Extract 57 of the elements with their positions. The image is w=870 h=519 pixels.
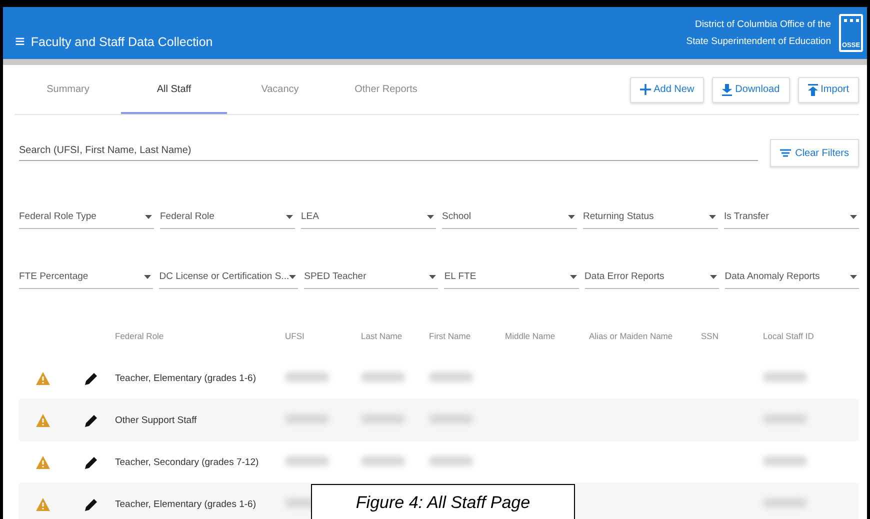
- column-header: Local Staff ID: [763, 331, 815, 341]
- action-button[interactable]: Import: [798, 76, 859, 102]
- action-button[interactable]: Add New: [630, 76, 704, 102]
- filter-dropdown[interactable]: Returning Status: [583, 207, 718, 229]
- filter-dropdown[interactable]: Is Transfer: [724, 207, 859, 229]
- filter-dropdown[interactable]: Federal Role Type: [19, 207, 154, 229]
- column-header: Alias or Maiden Name: [589, 331, 674, 341]
- filter-dropdown[interactable]: Federal Role: [160, 207, 295, 229]
- caret-icon: [709, 214, 716, 218]
- filter-dropdown[interactable]: School: [442, 207, 577, 229]
- tab[interactable]: All Staff: [121, 65, 227, 114]
- caret-icon: [145, 214, 152, 218]
- filter-dropdown[interactable]: LEA: [301, 207, 436, 229]
- filter-dropdown[interactable]: FTE Percentage: [19, 267, 154, 289]
- filter-lines-icon: [780, 149, 792, 157]
- plus-icon: [640, 84, 651, 95]
- filter-dropdown[interactable]: EL FTE: [444, 267, 579, 289]
- pencil-icon[interactable]: [84, 372, 98, 384]
- action-button[interactable]: Download: [712, 76, 790, 102]
- upload-icon: [808, 84, 818, 96]
- filter-dropdown[interactable]: DC License or Certification S...: [159, 267, 298, 289]
- column-header: Last Name: [361, 331, 404, 341]
- organization-name: District of Columbia Office of the: [694, 18, 831, 32]
- filter-dropdown[interactable]: Data Error Reports: [584, 267, 719, 289]
- caret-icon: [570, 274, 577, 278]
- menu-icon[interactable]: ≡: [15, 32, 25, 52]
- pencil-icon[interactable]: [84, 456, 98, 468]
- organization-name: State Superintendent of Education: [686, 35, 831, 49]
- figure-caption: Figure 4: All Staff Page: [311, 484, 575, 519]
- column-header: SSN: [701, 331, 720, 341]
- caret-icon: [850, 214, 857, 218]
- clear-filters-button[interactable]: Clear Filters: [770, 139, 859, 167]
- table-cell: Other Support Staff: [115, 414, 197, 426]
- caret-icon: [144, 274, 152, 278]
- column-header: Middle Name: [505, 331, 556, 341]
- tab[interactable]: Other Reports: [333, 65, 439, 114]
- caret-icon: [286, 214, 293, 218]
- caret-icon: [850, 274, 857, 278]
- pencil-icon[interactable]: [84, 498, 98, 510]
- app-title: Faculty and Staff Data Collection: [30, 35, 213, 49]
- caret-icon: [568, 214, 575, 218]
- caret-icon: [710, 274, 717, 278]
- caret-icon: [289, 274, 296, 278]
- tab[interactable]: Summary: [15, 65, 121, 114]
- table-cell: Teacher, Elementary (grades 1-6): [115, 372, 256, 384]
- filter-dropdown[interactable]: Data Anomaly Reports: [724, 267, 859, 289]
- download-icon: [722, 84, 732, 96]
- pencil-icon[interactable]: [84, 414, 98, 426]
- filter-dropdown[interactable]: SPED Teacher: [304, 267, 438, 289]
- table-cell: Teacher, Secondary (grades 7-12): [115, 456, 259, 468]
- table-cell: Teacher, Elementary (grades 1-6): [115, 498, 256, 510]
- column-header: First Name: [429, 331, 472, 341]
- tab[interactable]: Vacancy: [227, 65, 333, 114]
- column-header: UFSI: [285, 331, 306, 341]
- caret-icon: [427, 214, 434, 218]
- column-header: Federal Role: [115, 331, 165, 341]
- caret-icon: [429, 274, 436, 278]
